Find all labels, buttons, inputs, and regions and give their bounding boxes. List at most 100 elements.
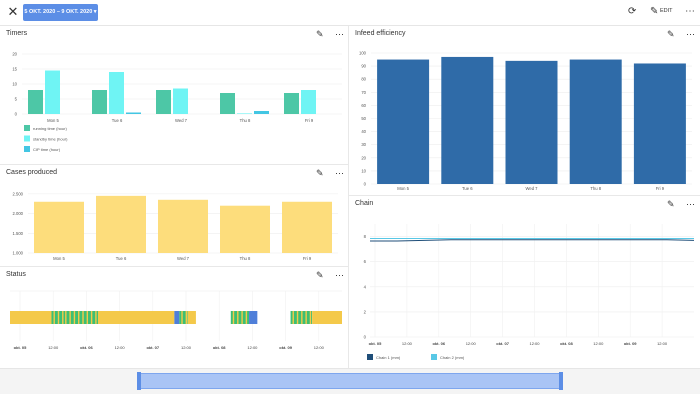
status-segment [97,311,175,324]
timers-panel: Timers ✎ ⋯ 20 15 10 5 0 Mon 5 Tue 6 Wed 7 Thu 8F… [0,26,348,164]
y-tick-label: 10 [361,168,366,173]
close-icon[interactable]: ✕ [6,5,20,19]
y-tick-label: 6 [364,259,367,264]
status-segment [51,311,64,324]
bar [92,90,107,114]
x-tick-label: okt. 09 [624,341,637,346]
more-vert-icon[interactable]: ⋯ [685,6,695,18]
bar [158,199,208,253]
x-tick-label: 12:00 [402,341,413,346]
y-tick-label: 100 [359,51,367,56]
bar [220,93,235,114]
status-segment [312,311,342,324]
x-tick-label: 12:00 [657,341,668,346]
range-slider[interactable] [139,373,563,389]
x-tick-label: 12:00 [247,345,258,350]
bar [34,201,84,253]
status-stripe [301,311,303,324]
status-stripe [82,311,84,324]
x-tick-label: okt. 06 [80,345,93,350]
bar [284,93,299,114]
x-tick-label: Thu 8 [240,256,251,261]
range-handle-right[interactable] [559,372,563,390]
x-tick-label: okt. 05 [14,345,27,350]
x-tick-label: Fri 9 [303,256,312,261]
bar [505,60,558,184]
bar [45,70,60,114]
legend-label: running time (hour) [33,126,67,131]
x-tick-label: Thu 8 [240,118,251,123]
y-tick-label: 30 [361,142,366,147]
y-tick-label: 2.500 [13,191,24,196]
status-stripe [245,311,248,324]
legend-swatch [24,125,30,131]
status-stripe [185,311,188,324]
status-stripe [181,311,183,324]
y-tick-label: 50 [361,116,366,121]
bar [173,88,188,114]
legend-swatch [367,354,373,360]
y-tick-label: 5 [15,97,18,102]
legend-label: Chain 1 (mm) [376,355,401,360]
bar [126,112,141,114]
status-segment [63,311,98,324]
refresh-icon[interactable]: ⟳ [628,6,636,18]
status-stripe [296,311,299,324]
pencil-icon[interactable]: ✎ [650,6,658,18]
status-stripe [90,311,93,324]
x-tick-label: Tue 6 [116,256,127,261]
x-tick-label: Fri 9 [305,118,314,123]
y-tick-label: 0 [15,112,18,117]
status-stripe [237,311,239,324]
bar [28,90,43,114]
legend-label: CIP time (hour) [33,147,61,152]
x-tick-label: Mon 5 [397,186,409,191]
date-range-picker[interactable]: 5 OKT. 2020 – 9 OKT. 2020 ▾ [23,4,98,21]
x-tick-label: Tue 6 [462,186,473,191]
x-tick-label: Tue 6 [112,118,123,123]
status-segment [249,311,258,324]
x-tick-label: okt. 08 [213,345,226,350]
x-tick-label: Wed 7 [177,256,190,261]
cases-panel: Cases produced ✎ ⋯ 2.500 2.000 1.500 1.000 M… [0,165,348,266]
status-segment [174,311,180,324]
y-tick-label: 80 [361,77,366,82]
y-tick-label: 1.000 [13,251,24,256]
x-tick-label: Fri 9 [656,186,665,191]
y-tick-label: 70 [361,90,366,95]
y-tick-label: 15 [12,67,17,72]
status-stripe [305,311,307,324]
x-tick-label: 12:00 [115,345,126,350]
bar [282,201,332,253]
y-tick-label: 0 [364,335,367,340]
y-tick-label: 10 [12,82,17,87]
x-tick-label: 12:00 [593,341,604,346]
x-tick-label: 12:00 [48,345,59,350]
x-tick-label: okt. 05 [369,341,382,346]
bar [254,111,269,114]
bar [441,56,494,184]
series-line [370,239,695,242]
range-handle-left[interactable] [137,372,141,390]
bar [156,90,171,114]
status-stripe [57,311,60,324]
y-tick-label: 2.000 [13,211,24,216]
status-stripe [241,311,243,324]
legend-label: standby time (hour) [33,136,68,141]
bar [569,59,622,184]
x-tick-label: Mon 5 [47,118,59,123]
y-tick-label: 2 [364,309,367,314]
edit-button[interactable]: EDIT [660,8,673,14]
efficiency-panel: Infeed efficiency ✎ ⋯ 100 90 80 70 60 50 40 30 2… [349,26,700,195]
y-tick-label: 60 [361,103,366,108]
bar [109,72,124,114]
status-stripe [73,311,76,324]
status-stripe [62,311,64,324]
y-tick-label: 20 [12,52,17,57]
status-panel: Status ✎ ⋯ okt. 05 12:00 okt. 06 12:00 okt. … [0,267,348,368]
legend-swatch [431,354,437,360]
efficiency-chart: 1009080706050403020100Mon 5 Tue 6 Wed 7 Thu… [359,51,692,191]
chain-panel: Chain ✎ ⋯ 8 6 4 2 0 okt. 05 12:00 okt. 06 12:00 o… [349,196,700,368]
status-stripe [53,311,55,324]
x-tick-label: 12:00 [314,345,325,350]
